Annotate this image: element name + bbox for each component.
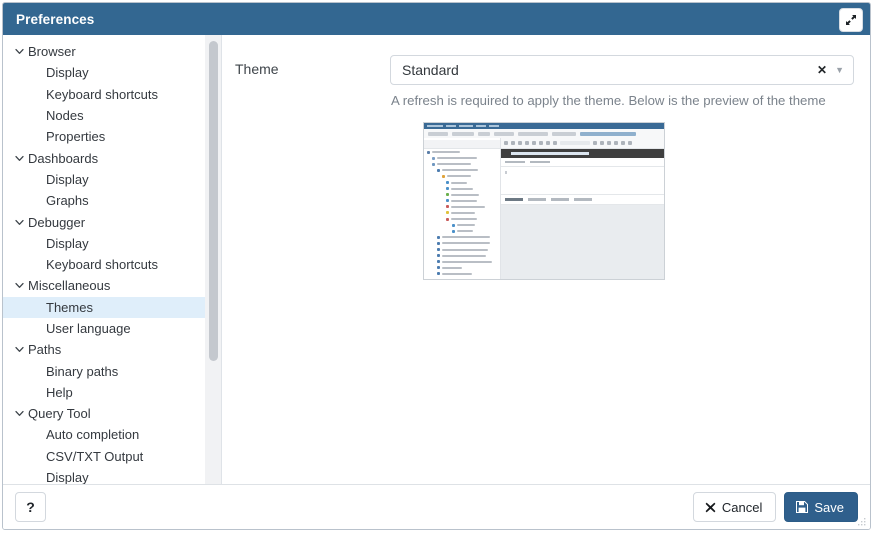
preferences-tree: Browser Display Keyboard shortcuts Nodes Pro…	[3, 35, 221, 484]
preview-output-tabs	[501, 195, 664, 205]
footer-actions: Cancel Save	[693, 492, 858, 522]
preferences-content: Theme Standard ✕ ▼ A refresh is required…	[222, 35, 870, 484]
theme-help-text: A refresh is required to apply the theme…	[390, 93, 854, 108]
sidebar-item-label: Display	[46, 173, 89, 186]
sidebar-item-miscellaneous[interactable]: Miscellaneous	[3, 275, 221, 296]
sidebar-item-properties[interactable]: Properties	[3, 126, 221, 147]
preview-workspace	[501, 138, 664, 279]
sidebar-item-label: Properties	[46, 130, 105, 143]
sidebar-item-label: Auto completion	[46, 428, 139, 441]
dialog-footer: ? Cancel Save	[3, 485, 870, 529]
preview-data-grid	[501, 205, 664, 279]
sidebar-item-query-tool[interactable]: Query Tool	[3, 403, 221, 424]
sidebar-item-paths[interactable]: Paths	[3, 339, 221, 360]
preview-query-editor	[501, 167, 664, 195]
theme-select[interactable]: Standard ✕ ▼	[390, 55, 854, 85]
sidebar-item-graphs[interactable]: Graphs	[3, 190, 221, 211]
preview-query-title	[501, 149, 664, 158]
sidebar-item-keyboard-shortcuts[interactable]: Keyboard shortcuts	[3, 84, 221, 105]
cancel-button-label: Cancel	[722, 500, 762, 515]
sidebar-item-label: Nodes	[46, 109, 84, 122]
sidebar-item-label: Browser	[28, 45, 76, 58]
sidebar-item-display[interactable]: Display	[3, 169, 221, 190]
chevron-down-icon[interactable]	[13, 154, 26, 163]
save-button[interactable]: Save	[784, 492, 858, 522]
chevron-down-icon[interactable]: ▼	[833, 66, 847, 75]
sidebar-item-label: Paths	[28, 343, 61, 356]
dialog-title: Preferences	[16, 12, 94, 27]
tree-scrollbar-track[interactable]	[205, 35, 221, 484]
sidebar-item-label: Keyboard shortcuts	[46, 88, 158, 101]
sidebar-item-csv-txt-output[interactable]: CSV/TXT Output	[3, 446, 221, 467]
theme-preview-wrap	[234, 122, 854, 280]
sidebar-item-label: Display	[46, 66, 89, 79]
sidebar-item-label: Debugger	[28, 216, 85, 229]
save-button-label: Save	[814, 500, 844, 515]
dialog-titlebar: Preferences	[3, 3, 870, 35]
sidebar-item-label: User language	[46, 322, 131, 335]
help-button[interactable]: ?	[15, 492, 46, 522]
sidebar-item-browser[interactable]: Browser	[3, 41, 221, 62]
sidebar-item-keyboard-shortcuts[interactable]: Keyboard shortcuts	[3, 254, 221, 275]
chevron-down-icon[interactable]	[13, 281, 26, 290]
theme-preview-image	[423, 122, 665, 280]
preferences-tree-pane: Browser Display Keyboard shortcuts Nodes Pro…	[3, 35, 222, 484]
chevron-down-icon[interactable]	[13, 345, 26, 354]
sidebar-item-help[interactable]: Help	[3, 382, 221, 403]
sidebar-item-label: Query Tool	[28, 407, 91, 420]
sidebar-item-label: Keyboard shortcuts	[46, 258, 158, 271]
sidebar-item-dashboards[interactable]: Dashboards	[3, 147, 221, 168]
close-x-icon	[705, 502, 716, 513]
chevron-down-icon[interactable]	[13, 218, 26, 227]
dialog-body: Browser Display Keyboard shortcuts Nodes Pro…	[3, 35, 870, 485]
sidebar-item-display[interactable]: Display	[3, 233, 221, 254]
expand-arrows-icon	[845, 14, 857, 26]
sidebar-item-label: Display	[46, 237, 89, 250]
sidebar-item-binary-paths[interactable]: Binary paths	[3, 360, 221, 381]
preview-query-toolbar	[501, 138, 664, 149]
theme-field-row: Theme Standard ✕ ▼ A refresh is required…	[234, 55, 854, 108]
save-disk-icon	[796, 501, 808, 513]
theme-field-control: Standard ✕ ▼ A refresh is required to ap…	[390, 55, 854, 108]
sidebar-item-label: Miscellaneous	[28, 279, 110, 292]
tree-scrollbar-thumb[interactable]	[209, 41, 218, 361]
sidebar-item-display[interactable]: Display	[3, 467, 221, 484]
theme-label: Theme	[234, 55, 390, 77]
sidebar-item-label: Graphs	[46, 194, 89, 207]
sidebar-item-themes[interactable]: Themes	[3, 297, 221, 318]
sidebar-item-label: Binary paths	[46, 365, 118, 378]
cancel-button[interactable]: Cancel	[693, 492, 776, 522]
preview-browser-tree	[424, 138, 501, 279]
sidebar-item-label: CSV/TXT Output	[46, 450, 143, 463]
preview-query-tabs	[501, 158, 664, 167]
sidebar-item-user-language[interactable]: User language	[3, 318, 221, 339]
preview-main	[424, 138, 664, 279]
theme-select-value: Standard	[402, 62, 811, 78]
resize-grip-icon[interactable]	[856, 516, 868, 528]
sidebar-item-debugger[interactable]: Debugger	[3, 211, 221, 232]
clear-x-icon[interactable]: ✕	[811, 64, 833, 76]
sidebar-item-label: Help	[46, 386, 73, 399]
sidebar-item-label: Dashboards	[28, 152, 98, 165]
preferences-dialog: Preferences Browser Display Keyboard short…	[2, 2, 871, 530]
sidebar-item-nodes[interactable]: Nodes	[3, 105, 221, 126]
sidebar-item-label: Display	[46, 471, 89, 484]
sidebar-item-auto-completion[interactable]: Auto completion	[3, 424, 221, 445]
expand-dialog-button[interactable]	[839, 8, 863, 32]
sidebar-item-label: Themes	[46, 301, 93, 314]
sidebar-item-display[interactable]: Display	[3, 62, 221, 83]
chevron-down-icon[interactable]	[13, 409, 26, 418]
chevron-down-icon[interactable]	[13, 47, 26, 56]
